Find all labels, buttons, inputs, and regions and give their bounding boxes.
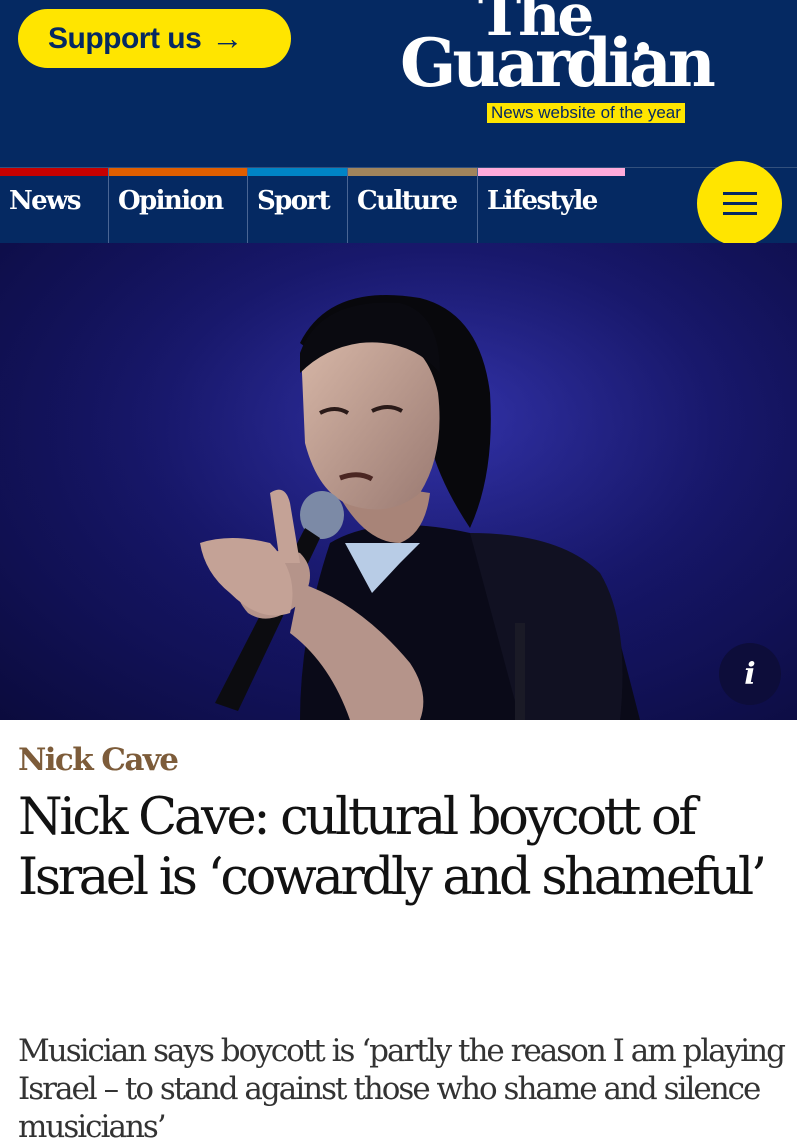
nav-item-label: News: [9, 186, 82, 216]
nav-accent-bar: [248, 168, 347, 176]
nav-accent-bar: [0, 168, 108, 176]
nav-accent-bar: [348, 168, 477, 176]
nav-item-label: Lifestyle: [487, 186, 598, 216]
info-icon[interactable]: i: [719, 643, 781, 705]
nav-item-culture[interactable]: Culture: [347, 168, 477, 243]
hero-illustration: [0, 243, 797, 720]
nav-item-opinion[interactable]: Opinion: [108, 168, 247, 243]
nav-item-lifestyle[interactable]: Lifestyle: [477, 168, 625, 243]
masthead: Support us → The Guardian News website o…: [0, 0, 797, 167]
support-us-label: Support us: [48, 21, 202, 55]
nav-item-label: Culture: [357, 186, 458, 216]
nav-accent-bar: [478, 168, 625, 176]
support-us-button[interactable]: Support us →: [18, 9, 291, 68]
nav-accent-bar: [109, 168, 247, 176]
hero-image: [0, 243, 797, 720]
nav-item-sport[interactable]: Sport: [247, 168, 347, 243]
nav-item-label: Opinion: [118, 186, 224, 216]
article-standfirst: Musician says boycott is ‘partly the rea…: [18, 1033, 786, 1145]
arrow-right-icon: →: [211, 20, 243, 56]
logo-guardian: Guardian: [400, 24, 716, 102]
nav-item-label: Sport: [257, 186, 331, 216]
hamburger-menu-icon[interactable]: [697, 161, 782, 246]
primary-nav: News Opinion Sport Culture Lifestyle: [0, 167, 797, 243]
tagline: News website of the year: [487, 103, 685, 123]
nav-item-news[interactable]: News: [0, 168, 108, 243]
article-page: Support us → The Guardian News website o…: [0, 0, 797, 1145]
guardian-logo[interactable]: The Guardian: [400, 0, 750, 116]
article-headline: Nick Cave: cultural boycott of Israel is…: [18, 788, 767, 907]
logo-dot: [637, 42, 649, 54]
article-kicker[interactable]: Nick Cave: [18, 740, 179, 780]
